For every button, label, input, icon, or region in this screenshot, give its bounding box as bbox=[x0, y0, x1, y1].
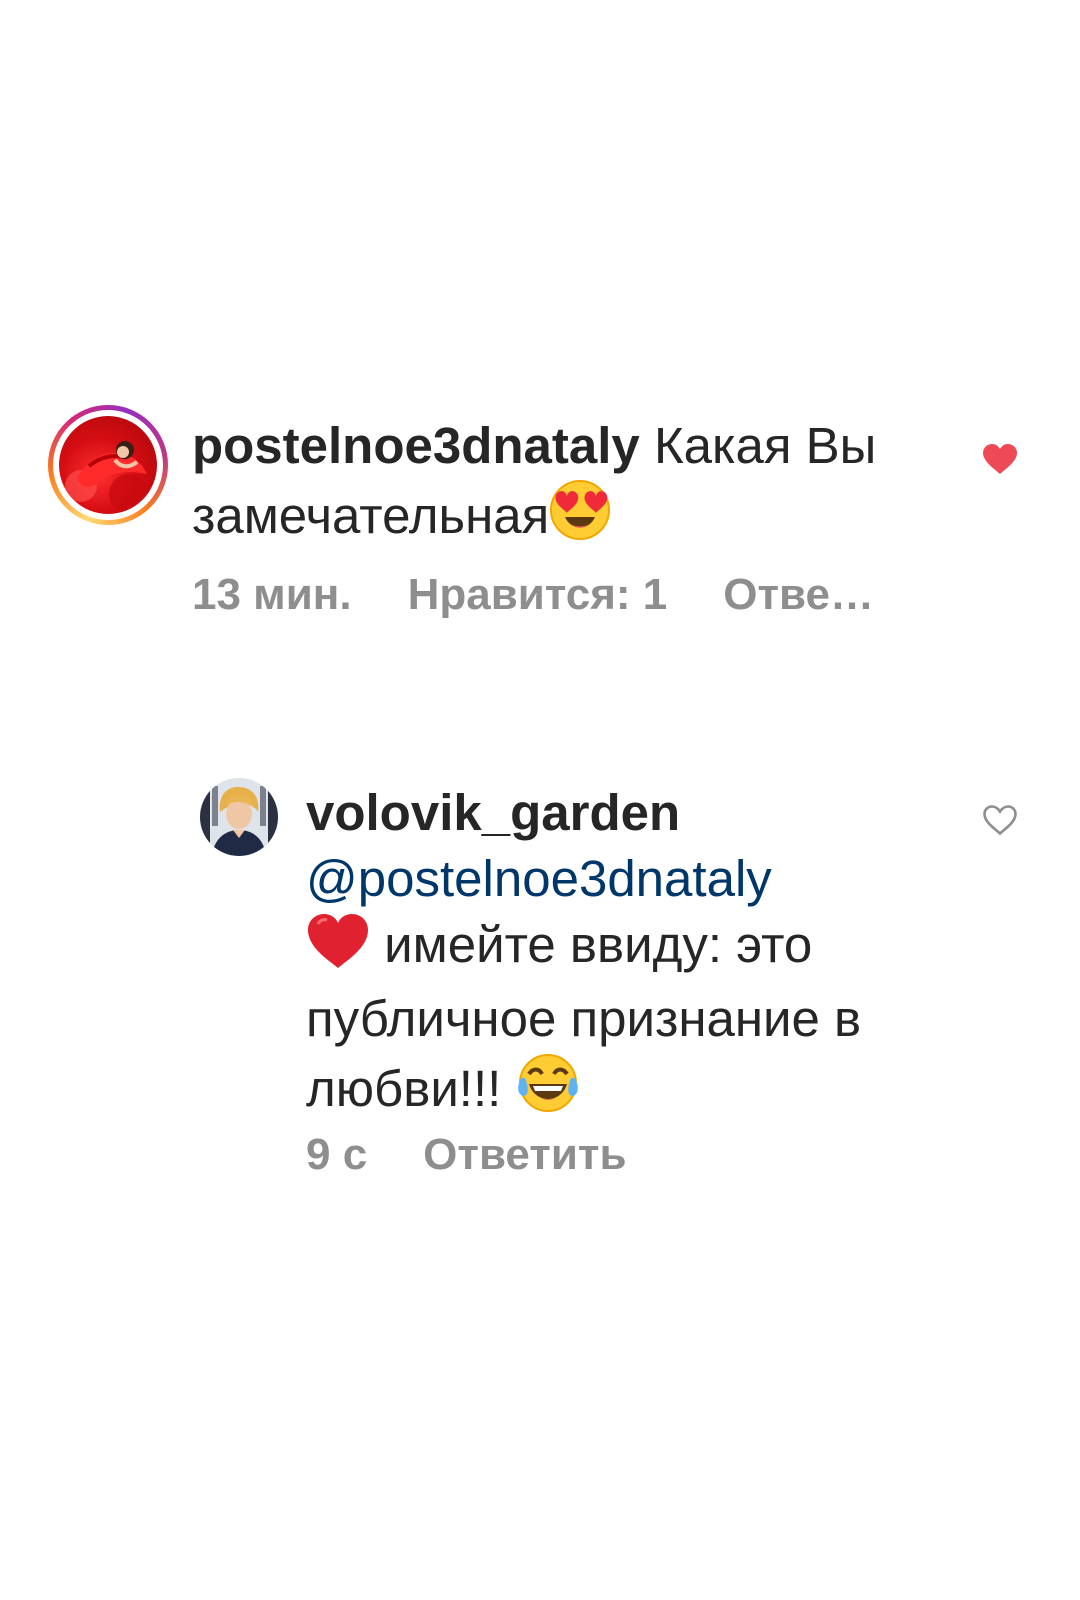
comment-time: 13 мин. bbox=[192, 570, 352, 619]
comment-username[interactable]: volovik_garden bbox=[306, 784, 680, 841]
avatar[interactable] bbox=[59, 416, 157, 514]
like-button[interactable] bbox=[982, 443, 1018, 475]
comment-text-continued: замечательная bbox=[192, 487, 550, 544]
avatar[interactable] bbox=[200, 778, 278, 856]
comment-body: postelnoe3dnataly Какая Вы замечательная bbox=[192, 413, 952, 557]
heart-outline-icon bbox=[983, 805, 1017, 836]
comment-meta: 9 с Ответить bbox=[306, 1130, 683, 1180]
reply-button[interactable]: Отве… bbox=[723, 570, 874, 619]
red-heart-emoji bbox=[306, 912, 370, 986]
heart-eyes-emoji bbox=[549, 479, 611, 557]
tears-of-joy-emoji bbox=[515, 1052, 581, 1130]
comment-body: volovik_garden @postelnoe3dnataly имейте … bbox=[306, 780, 966, 1130]
comment-username[interactable]: postelnoe3dnataly bbox=[192, 417, 640, 474]
story-ring[interactable] bbox=[48, 405, 168, 525]
comment-time: 9 с bbox=[306, 1130, 368, 1179]
mention-link[interactable]: @postelnoe3dnataly bbox=[306, 850, 772, 907]
comment-text: имейте ввиду: это публичное признание в … bbox=[306, 916, 862, 1117]
avatar-photo bbox=[200, 778, 278, 856]
comment-text: Какая Вы bbox=[639, 417, 877, 474]
avatar-photo bbox=[65, 441, 149, 514]
comment-likes-count[interactable]: Нравится: 1 bbox=[408, 570, 668, 619]
reply-button[interactable]: Ответить bbox=[423, 1130, 626, 1179]
like-button[interactable] bbox=[982, 804, 1018, 836]
heart-filled-icon bbox=[983, 444, 1017, 474]
comment-meta: 13 мин. Нравится: 1 Отве… bbox=[192, 570, 930, 620]
